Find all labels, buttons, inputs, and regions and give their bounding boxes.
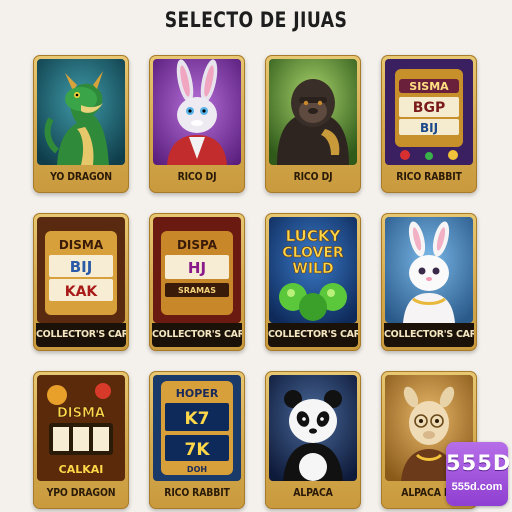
art-text: LUCKY (286, 227, 342, 245)
art-text: BGP (413, 100, 445, 116)
art-text: DISMA (59, 238, 104, 252)
slot-machine-icon: DISPA HJ SRAMAS (153, 217, 241, 323)
gorilla-icon (269, 59, 357, 165)
art-text: SRAMAS (178, 286, 216, 295)
art-text: DOH (187, 465, 207, 474)
card-label: RICO DJ (177, 170, 217, 183)
art-text: CLOVER (282, 245, 344, 261)
slot-machine-icon: SISMA BGP BIJ (385, 59, 473, 165)
art-text: DISMA (57, 406, 105, 421)
game-card-ypo-dragon[interactable]: DISMA CALKAI YPO DRAGON (33, 371, 129, 509)
art-text: 7K (184, 440, 210, 460)
art-text: DISPA (177, 238, 218, 252)
card-label: COLLECTOR'S CARD (152, 323, 242, 347)
game-card-rico-dj-gorilla[interactable]: RICO DJ (265, 55, 361, 193)
game-grid: YO DRAGON RICO DJ RICO DJ SISMA BGP BIJ … (33, 55, 477, 509)
game-card-rico-dj[interactable]: RICO DJ (149, 55, 245, 193)
card-label: COLLECTOR'S CARD (384, 323, 474, 347)
game-card-collectors-4[interactable]: COLLECTOR'S CARD (381, 213, 477, 351)
game-card-rico-rabbit[interactable]: SISMA BGP BIJ RICO RABBIT (381, 55, 477, 193)
slot-machine-icon: DISMA BIJ KAK (37, 217, 125, 323)
page-title: SELECTO DE JIUAS (164, 8, 348, 32)
card-label: RICO DJ (293, 170, 333, 183)
game-card-alpaca[interactable]: ALPACA (265, 371, 361, 509)
art-text: HOPER (176, 387, 219, 400)
brand-name: 555D (446, 451, 512, 475)
game-card-collectors-1[interactable]: DISMA BIJ KAK COLLECTOR'S CARD (33, 213, 129, 351)
green-dragon-icon (37, 59, 125, 165)
brand-domain: 555d.com (451, 481, 503, 493)
game-card-rico-rabbit-2[interactable]: HOPER K7 7K DOH RICO RABBIT (149, 371, 245, 509)
card-label: COLLECTOR'S CARD (268, 323, 358, 347)
panda-icon (269, 375, 357, 481)
game-card-yo-dragon[interactable]: YO DRAGON (33, 55, 129, 193)
art-text: SISMA (409, 80, 449, 93)
slot-machine-icon: HOPER K7 7K DOH (153, 375, 241, 481)
brand-logo-badge[interactable]: 555D 555d.com (446, 442, 512, 506)
art-text: BIJ (70, 258, 93, 276)
rabbit-dj-icon (153, 59, 241, 165)
art-text: K7 (184, 409, 209, 429)
card-label: RICO RABBIT (164, 486, 230, 499)
white-rabbit-icon (385, 217, 473, 323)
card-label: COLLECTOR'S CARD (36, 323, 126, 347)
game-card-collectors-3[interactable]: LUCKY CLOVER WILD COLLECTOR'S CARD (265, 213, 361, 351)
slot-machine-icon: DISMA CALKAI (37, 375, 125, 481)
art-text: CALKAI (59, 463, 104, 476)
game-card-collectors-2[interactable]: DISPA HJ SRAMAS COLLECTOR'S CARD (149, 213, 245, 351)
art-text: KAK (65, 284, 99, 300)
card-label: YO DRAGON (50, 170, 112, 183)
art-text: WILD (292, 261, 333, 277)
art-text: HJ (188, 259, 206, 277)
card-label: RICO RABBIT (396, 170, 462, 183)
art-text: BIJ (420, 121, 438, 135)
card-label: YPO DRAGON (46, 486, 116, 499)
lucky-clover-wild-icon: LUCKY CLOVER WILD (269, 217, 357, 323)
card-label: ALPACA (293, 486, 333, 499)
